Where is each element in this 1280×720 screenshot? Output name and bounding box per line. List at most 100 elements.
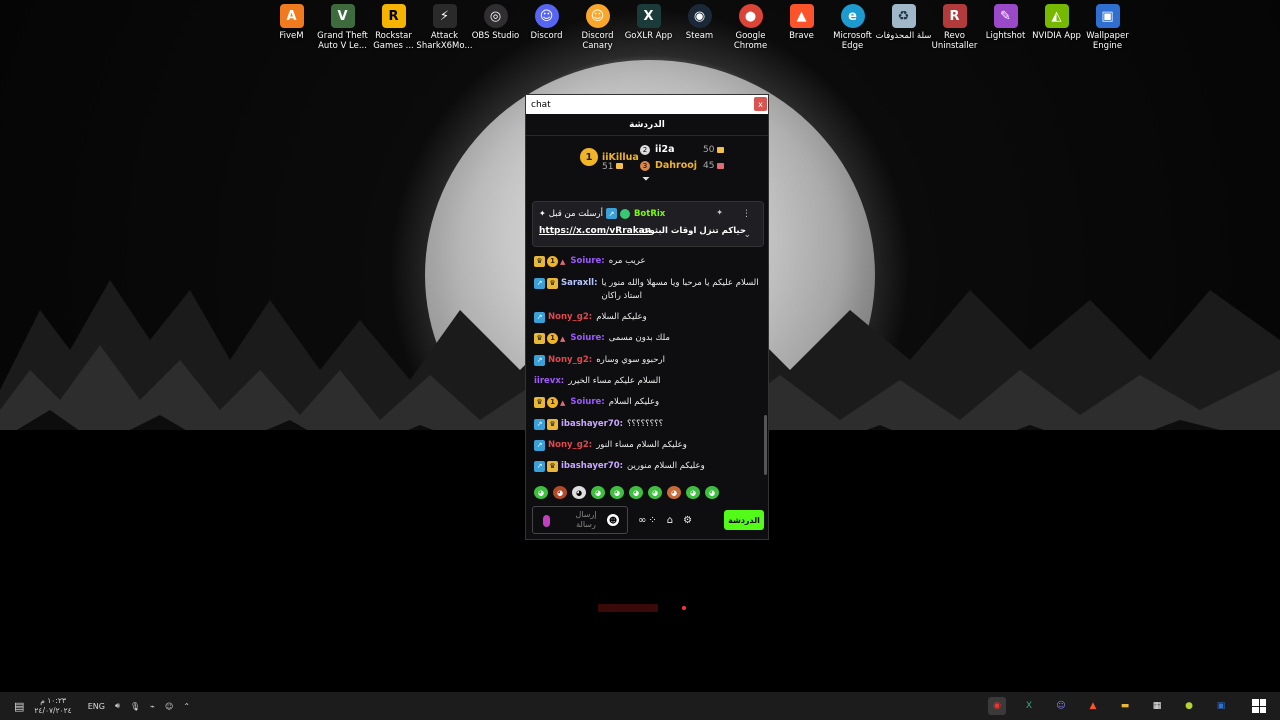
- message-user[interactable]: Nony_g2:: [548, 354, 592, 367]
- leaderboard-third[interactable]: 3 Dahrooj 45: [640, 160, 725, 171]
- message-user[interactable]: Saraxll:: [561, 277, 598, 290]
- desktop-icon-6[interactable]: ☺ Discord Canary: [572, 4, 623, 51]
- discord-tray-icon[interactable]: ☺: [165, 702, 173, 711]
- desktop-icon-1[interactable]: V Grand Theft Auto V Le...: [317, 4, 368, 51]
- message-row[interactable]: ♛ 1 ▲ Soiure: ملك بدون مسمى: [534, 332, 760, 346]
- chevron-up-icon[interactable]: ⌃: [183, 702, 190, 711]
- message-user[interactable]: ibashayer70:: [561, 460, 623, 473]
- users-icon[interactable]: ⁘: [648, 515, 656, 526]
- message-row[interactable]: ↗ ♛ ibashayer70: وعليكم السلام منورين: [534, 460, 760, 473]
- pin-icon[interactable]: ✦: [716, 208, 723, 217]
- message-row[interactable]: ↗ Nony_g2: وعليكم السلام مساء النور: [534, 439, 760, 452]
- brave-taskbar-icon[interactable]: ▲: [1084, 697, 1102, 715]
- emote-5-icon[interactable]: ◕: [610, 486, 624, 499]
- message-badges: ↗: [534, 439, 545, 451]
- desktop-icon-13[interactable]: R Revo Uninstaller: [929, 4, 980, 51]
- message-row[interactable]: ↗ ♛ ibashayer70: ؟؟؟؟؟؟؟؟: [534, 418, 760, 431]
- ball-taskbar-icon[interactable]: ●: [1180, 697, 1198, 715]
- gear-icon[interactable]: ⚙: [683, 515, 692, 526]
- emote-10-icon[interactable]: ◕: [705, 486, 719, 499]
- desktop-icon-3[interactable]: ⚡ Attack SharkX6Mo...: [416, 4, 473, 51]
- emote-3-icon[interactable]: ◕: [572, 486, 586, 499]
- notifications-icon[interactable]: ▤: [14, 700, 24, 713]
- desktop-icon-10[interactable]: ▲ Brave: [776, 4, 827, 51]
- clock[interactable]: ١٠:٢٣ م ٢٤/٠٧/٢٠٢٤: [34, 696, 71, 716]
- excel-taskbar-icon[interactable]: X: [1020, 697, 1038, 715]
- desktop-icon-label: Discord: [530, 31, 563, 41]
- desktop-icon-label: Brave: [789, 31, 814, 41]
- emote-2-icon[interactable]: ◕: [553, 486, 567, 499]
- emote-6-icon[interactable]: ◕: [629, 486, 643, 499]
- desktop-icon-9[interactable]: ● Google Chrome: [725, 4, 776, 51]
- emoji-icon[interactable]: ☻: [607, 514, 619, 526]
- recycle-bin-icon: ♻: [891, 4, 916, 28]
- message-user[interactable]: ibashayer70:: [561, 418, 623, 431]
- message-row[interactable]: ↗ Nony_g2: وعليكم السلام: [534, 311, 760, 324]
- desktop-icon-7[interactable]: X GoXLR App: [623, 4, 674, 51]
- pinned-link[interactable]: https://x.com/vRrakan: [539, 226, 651, 236]
- desktop-icon-4[interactable]: ◎ OBS Studio: [470, 4, 521, 51]
- emote-1-icon[interactable]: ◕: [534, 486, 548, 499]
- store-icon[interactable]: ⌂: [667, 515, 673, 526]
- message-user[interactable]: Soiure:: [570, 332, 604, 345]
- leaderboard-second[interactable]: 2 ii2a 50: [640, 144, 725, 155]
- badge-icon: ↗: [605, 208, 617, 219]
- message-text: ؟؟؟؟؟؟؟؟: [627, 419, 664, 429]
- message-row[interactable]: ↗ ♛ Saraxll: السلام عليكم يا مرحبا ويا مس…: [534, 277, 760, 303]
- message-row[interactable]: ♛ 1 ▲ Soiure: عريب مره: [534, 255, 760, 269]
- desktop-icon-0[interactable]: A FiveM: [266, 4, 317, 51]
- emote-9-icon[interactable]: ◕: [686, 486, 700, 499]
- system-tray: ▤ ١٠:٢٣ م ٢٤/٠٧/٢٠٢٤ ENG 🔊︎ 🎙︎ ⌁ ☺ ⌃: [14, 696, 190, 716]
- language-indicator[interactable]: ENG: [88, 702, 105, 711]
- chat-scrollbar[interactable]: [764, 415, 767, 475]
- message-row[interactable]: iirevx: السلام عليكم مساء الخيرر: [534, 375, 760, 388]
- close-button[interactable]: x: [754, 97, 767, 111]
- gta-icon: V: [330, 4, 355, 28]
- brave-icon: ▲: [789, 4, 814, 28]
- desktop-icon-5[interactable]: ☺ Discord: [521, 4, 572, 51]
- pinned-sender: BotRix: [633, 208, 666, 219]
- revo-icon: R: [942, 4, 967, 28]
- message-user[interactable]: Soiure:: [570, 396, 604, 409]
- desktop-icon-12[interactable]: ♻ سلة المحذوفات: [876, 4, 931, 51]
- desktop-icon-16[interactable]: ▣ Wallpaper Engine: [1082, 4, 1133, 51]
- message-user[interactable]: Nony_g2:: [548, 439, 592, 452]
- chevron-down-icon[interactable]: ⌄: [743, 230, 751, 240]
- message-row[interactable]: ♛ 1 ▲ Soiure: وعليكم السلام: [534, 396, 760, 410]
- more-options-icon[interactable]: ⋮: [742, 209, 751, 219]
- pinned-message[interactable]: ⋮ ✦ ✦ أرسلت من قبل ↗ BotRix https://x.co…: [532, 201, 764, 247]
- message-text: وعليكم السلام مساء النور: [596, 440, 687, 450]
- wallpaper-engine-taskbar-icon[interactable]: ▣: [1212, 697, 1230, 715]
- desktop-icon-11[interactable]: e Microsoft Edge: [827, 4, 878, 51]
- desktop-icon-14[interactable]: ✎ Lightshot: [980, 4, 1031, 51]
- mic-icon[interactable]: [543, 515, 550, 527]
- windows-start-icon[interactable]: [1252, 699, 1266, 713]
- store-taskbar-icon[interactable]: ▦: [1148, 697, 1166, 715]
- network-icon[interactable]: ⌁: [150, 702, 155, 711]
- emote-8-icon[interactable]: ◕: [667, 486, 681, 499]
- folder-taskbar-icon[interactable]: ▬: [1116, 697, 1134, 715]
- badge-icon: ↗: [534, 461, 545, 472]
- emote-7-icon[interactable]: ◕: [648, 486, 662, 499]
- message-user[interactable]: Nony_g2:: [548, 311, 592, 324]
- filter-icon[interactable]: ⏷: [642, 174, 650, 185]
- emote-4-icon[interactable]: ◕: [591, 486, 605, 499]
- message-user[interactable]: Soiure:: [570, 255, 604, 268]
- desktop-icon-2[interactable]: R Rockstar Games ...: [368, 4, 419, 51]
- chat-send-button[interactable]: الدردشة: [724, 510, 764, 530]
- discord-taskbar-icon[interactable]: ☺: [1052, 697, 1070, 715]
- edge-icon: e: [840, 4, 865, 28]
- infinity-icon[interactable]: ∞: [638, 515, 646, 526]
- crown-badge-icon: ♛: [547, 419, 558, 430]
- mic-tray-icon[interactable]: 🎙︎: [130, 702, 140, 711]
- window-titlebar[interactable]: chat x: [526, 95, 768, 114]
- message-user[interactable]: iirevx:: [534, 375, 564, 388]
- points-value: 51: [602, 162, 614, 172]
- message-input[interactable]: إرسال رسالة ☻: [532, 506, 628, 534]
- leaderboard-first[interactable]: 1 iiKillua 51: [580, 148, 639, 172]
- desktop-icon-15[interactable]: ◭ NVIDIA App: [1031, 4, 1082, 51]
- volume-icon[interactable]: 🔊︎: [115, 701, 120, 711]
- message-row[interactable]: ↗ Nony_g2: ارحبوو سوي وساره: [534, 354, 760, 367]
- desktop-icon-8[interactable]: ◉ Steam: [674, 4, 725, 51]
- chat-app-taskbar-icon[interactable]: ◉: [988, 697, 1006, 715]
